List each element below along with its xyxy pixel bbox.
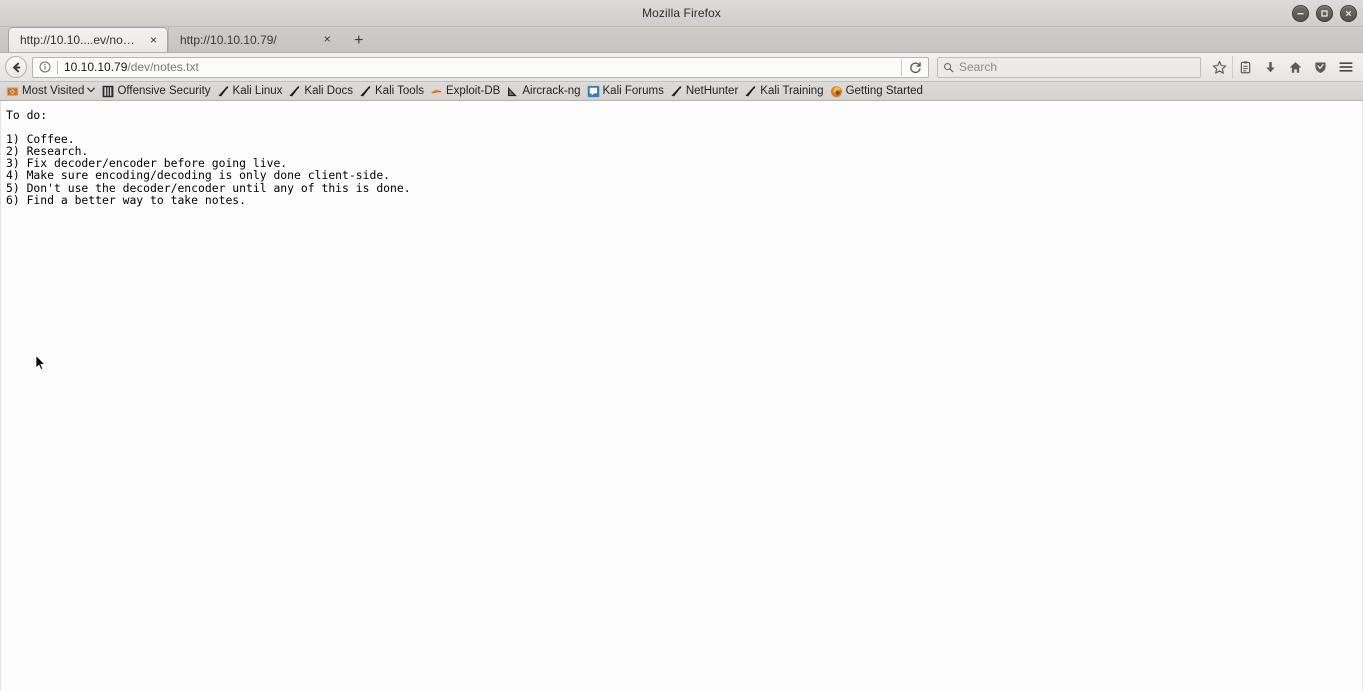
- search-bar[interactable]: Search: [937, 56, 1201, 78]
- url-path: /dev/notes.txt: [127, 60, 199, 74]
- bookmark-kali-docs[interactable]: Kali Docs: [286, 83, 357, 100]
- url-separator: [57, 60, 58, 74]
- page-info-icon[interactable]: [38, 60, 52, 74]
- new-tab-button[interactable]: +: [348, 30, 370, 52]
- menu-hamburger-icon[interactable]: [1333, 56, 1358, 79]
- bookmark-getting-started[interactable]: Getting Started: [828, 83, 927, 100]
- home-icon[interactable]: [1283, 56, 1308, 79]
- bookmark-label: Kali Linux: [232, 85, 283, 97]
- kali-dragon-icon: [670, 85, 683, 98]
- tab-label: http://10.10....ev/notes.txt: [20, 33, 138, 47]
- url-text: 10.10.10.79/dev/notes.txt: [64, 60, 897, 74]
- bookmark-label: Aircrack-ng: [522, 85, 581, 97]
- tab-label: http://10.10.10.79/: [180, 32, 277, 47]
- chevron-down-icon[interactable]: [87, 87, 96, 95]
- bookmarks-toolbar: Most Visited Offensive Security Kali Lin…: [0, 82, 1363, 101]
- page-content-area: To do: 1) Coffee. 2) Research. 3) Fix de…: [0, 101, 1363, 691]
- kali-dragon-icon: [288, 85, 301, 98]
- most-visited-folder-icon: [6, 85, 19, 98]
- window-titlebar: Mozilla Firefox: [0, 0, 1363, 27]
- bookmark-label: Kali Docs: [304, 85, 353, 97]
- notes-text-body: To do: 1) Coffee. 2) Research. 3) Fix de…: [6, 108, 411, 207]
- bookmark-exploit-db[interactable]: Exploit-DB: [428, 83, 504, 100]
- search-input[interactable]: Search: [959, 60, 997, 74]
- tab-close-icon[interactable]: ×: [321, 33, 334, 46]
- bookmark-label: Kali Forums: [602, 85, 664, 97]
- bookmark-label: NetHunter: [685, 85, 739, 97]
- bookmark-aircrack-ng[interactable]: Aircrack-ng: [504, 83, 584, 100]
- offensive-security-icon: [101, 85, 114, 98]
- bookmark-nethunter[interactable]: NetHunter: [668, 83, 742, 100]
- bookmark-label: Exploit-DB: [446, 85, 501, 97]
- bookmark-label: Kali Tools: [375, 85, 425, 97]
- tab-strip: http://10.10....ev/notes.txt × http://10…: [0, 27, 1363, 53]
- url-bar[interactable]: 10.10.10.79/dev/notes.txt: [32, 56, 929, 78]
- maximize-button[interactable]: [1316, 4, 1333, 22]
- bookmark-kali-tools[interactable]: Kali Tools: [357, 83, 428, 100]
- window-title: Mozilla Firefox: [642, 6, 721, 20]
- reload-container: [901, 58, 925, 76]
- reader-list-icon[interactable]: [1232, 55, 1258, 79]
- aircrack-ng-icon: [506, 85, 519, 98]
- bookmark-label: Kali Training: [760, 85, 824, 97]
- kali-dragon-icon: [744, 85, 757, 98]
- bookmark-kali-linux[interactable]: Kali Linux: [215, 83, 287, 100]
- downloads-icon[interactable]: [1258, 56, 1283, 79]
- tab-notes-txt[interactable]: http://10.10....ev/notes.txt ×: [8, 27, 168, 52]
- firefox-window: Mozilla Firefox http://10.10....ev/notes…: [0, 0, 1363, 691]
- search-icon: [943, 62, 954, 73]
- bookmark-offensive-security[interactable]: Offensive Security: [99, 83, 214, 100]
- kali-dragon-icon: [217, 85, 230, 98]
- bookmark-kali-training[interactable]: Kali Training: [742, 83, 827, 100]
- toolbar-icons: [1207, 55, 1358, 79]
- mouse-cursor: [35, 354, 47, 373]
- bookmark-label: Offensive Security: [117, 85, 211, 97]
- bookmark-most-visited[interactable]: Most Visited: [4, 83, 99, 100]
- url-host: 10.10.10.79: [64, 60, 128, 74]
- reload-icon[interactable]: [906, 59, 925, 76]
- bookmark-label: Most Visited: [22, 85, 85, 97]
- tab-close-icon[interactable]: ×: [147, 34, 160, 47]
- kali-dragon-icon: [359, 85, 372, 98]
- navigation-toolbar: 10.10.10.79/dev/notes.txt Search: [0, 53, 1363, 82]
- bookmark-star-icon[interactable]: [1207, 56, 1232, 79]
- kali-forums-icon: [587, 85, 600, 98]
- firefox-logo-icon: [830, 85, 843, 98]
- back-arrow-icon: [12, 62, 20, 72]
- minimize-button[interactable]: [1292, 4, 1309, 22]
- bookmark-kali-forums[interactable]: Kali Forums: [585, 83, 668, 100]
- tab-root-site[interactable]: http://10.10.10.79/ ×: [168, 27, 341, 52]
- exploit-db-icon: [430, 85, 443, 98]
- bookmark-label: Getting Started: [845, 85, 923, 97]
- window-controls: [1292, 0, 1357, 26]
- close-button[interactable]: [1340, 4, 1357, 22]
- shield-icon[interactable]: [1308, 56, 1333, 79]
- back-button[interactable]: [5, 56, 27, 78]
